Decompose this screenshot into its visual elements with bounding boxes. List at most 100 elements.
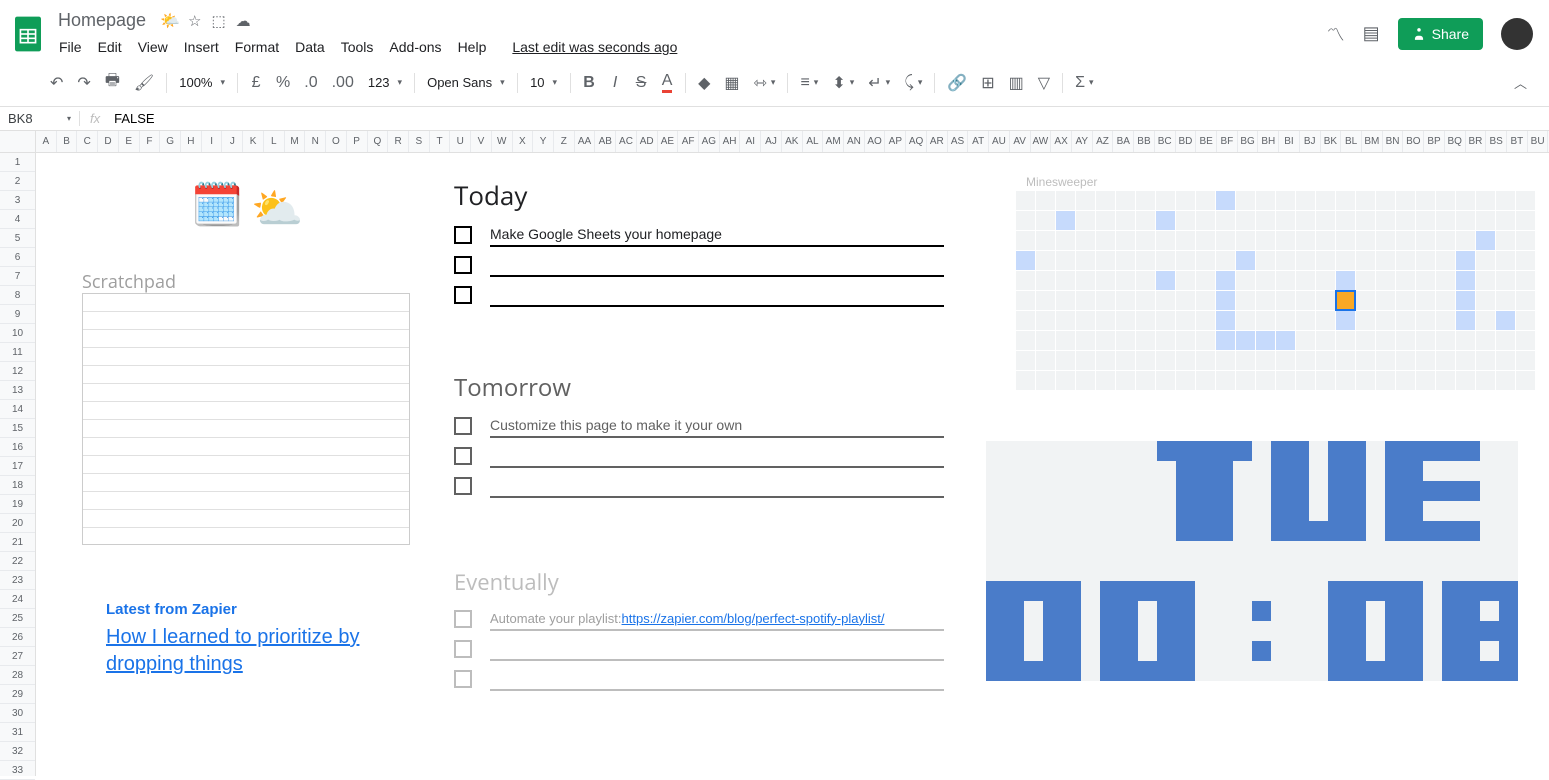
column-header[interactable]: AC (616, 131, 637, 152)
column-header[interactable]: BJ (1300, 131, 1321, 152)
row-header[interactable]: 24 (0, 590, 35, 609)
row-header[interactable]: 3 (0, 191, 35, 210)
column-header[interactable]: BS (1486, 131, 1507, 152)
column-header[interactable]: BK (1321, 131, 1342, 152)
last-edit-link[interactable]: Last edit was seconds ago (505, 35, 684, 59)
font-dropdown[interactable]: Open Sans (421, 71, 511, 94)
column-header[interactable]: K (243, 131, 264, 152)
column-header[interactable]: AT (968, 131, 989, 152)
menu-format[interactable]: Format (228, 35, 286, 59)
todo-text[interactable] (490, 283, 944, 307)
select-all-corner[interactable] (0, 131, 36, 152)
undo-button[interactable]: ↶ (44, 67, 69, 99)
eventually-link[interactable]: https://zapier.com/blog/perfect-spotify-… (622, 611, 885, 626)
column-header[interactable]: AH (720, 131, 741, 152)
column-header[interactable]: R (388, 131, 409, 152)
column-header[interactable]: BI (1279, 131, 1300, 152)
row-header[interactable]: 13 (0, 381, 35, 400)
column-header[interactable]: AQ (906, 131, 927, 152)
column-header[interactable]: AK (782, 131, 803, 152)
row-header[interactable]: 14 (0, 400, 35, 419)
collapse-toolbar-icon[interactable]: ︿ (1508, 67, 1533, 98)
column-header[interactable]: BR (1466, 131, 1487, 152)
todo-text[interactable]: Automate your playlist: https://zapier.c… (490, 607, 944, 631)
column-header[interactable]: J (222, 131, 243, 152)
todo-checkbox[interactable] (454, 417, 472, 435)
menu-insert[interactable]: Insert (177, 35, 226, 59)
column-header[interactable]: T (430, 131, 451, 152)
comments-icon[interactable]: ▤ (1363, 23, 1380, 44)
print-button[interactable]: 🖶 (99, 63, 126, 102)
column-header[interactable]: AG (699, 131, 720, 152)
functions-button[interactable]: Σ (1069, 68, 1099, 98)
italic-button[interactable]: I (603, 68, 627, 98)
column-header[interactable]: BN (1383, 131, 1404, 152)
todo-text[interactable]: Customize this page to make it your own (490, 414, 944, 438)
name-box[interactable]: BK8 (0, 111, 80, 126)
column-header[interactable]: AU (989, 131, 1010, 152)
row-header[interactable]: 19 (0, 495, 35, 514)
column-header[interactable]: AR (927, 131, 948, 152)
column-header[interactable]: V (471, 131, 492, 152)
row-header[interactable]: 23 (0, 571, 35, 590)
row-header[interactable]: 2 (0, 172, 35, 191)
menu-tools[interactable]: Tools (334, 35, 381, 59)
row-header[interactable]: 4 (0, 210, 35, 229)
column-header[interactable]: AX (1051, 131, 1072, 152)
menu-edit[interactable]: Edit (91, 35, 129, 59)
column-header[interactable]: P (347, 131, 368, 152)
row-header[interactable]: 15 (0, 419, 35, 438)
row-header[interactable]: 7 (0, 267, 35, 286)
column-header[interactable]: AS (948, 131, 969, 152)
column-header[interactable]: AW (1031, 131, 1052, 152)
halign-button[interactable]: ≡ (794, 68, 824, 98)
column-header[interactable]: U (450, 131, 471, 152)
zoom-dropdown[interactable]: 100% (173, 71, 231, 94)
column-header[interactable]: BO (1403, 131, 1424, 152)
column-header[interactable]: F (140, 131, 161, 152)
row-header[interactable]: 30 (0, 704, 35, 723)
filter-button[interactable]: ▽ (1032, 67, 1056, 99)
column-header[interactable]: BA (1113, 131, 1134, 152)
column-header[interactable]: AN (844, 131, 865, 152)
column-header[interactable]: A (36, 131, 57, 152)
move-icon[interactable]: ⬚ (211, 12, 225, 30)
wrap-button[interactable]: ↵ (862, 67, 896, 99)
row-header[interactable]: 32 (0, 742, 35, 761)
column-header[interactable]: AE (658, 131, 679, 152)
column-header[interactable]: L (264, 131, 285, 152)
bold-button[interactable]: B (577, 68, 601, 98)
menu-file[interactable]: File (52, 35, 89, 59)
row-header[interactable]: 18 (0, 476, 35, 495)
row-header[interactable]: 12 (0, 362, 35, 381)
row-header[interactable]: 28 (0, 666, 35, 685)
column-header[interactable]: X (513, 131, 534, 152)
column-header[interactable]: AM (823, 131, 844, 152)
row-header[interactable]: 8 (0, 286, 35, 305)
row-header[interactable]: 31 (0, 723, 35, 742)
row-header[interactable]: 16 (0, 438, 35, 457)
column-header[interactable]: AD (637, 131, 658, 152)
column-header[interactable]: BQ (1445, 131, 1466, 152)
column-header[interactable]: W (492, 131, 513, 152)
row-header[interactable]: 22 (0, 552, 35, 571)
column-header[interactable]: I (202, 131, 223, 152)
column-header[interactable]: AO (865, 131, 886, 152)
row-header[interactable]: 29 (0, 685, 35, 704)
column-header[interactable]: BF (1217, 131, 1238, 152)
todo-text[interactable] (490, 637, 944, 661)
column-header[interactable]: BL (1341, 131, 1362, 152)
menu-add-ons[interactable]: Add-ons (382, 35, 448, 59)
todo-checkbox[interactable] (454, 256, 472, 274)
comment-button[interactable]: ⊞ (975, 67, 1000, 99)
row-header[interactable]: 17 (0, 457, 35, 476)
link-button[interactable]: 🔗 (941, 67, 973, 99)
column-header[interactable]: M (285, 131, 306, 152)
column-header[interactable]: B (57, 131, 78, 152)
cloud-icon[interactable]: ☁ (236, 12, 251, 30)
column-header[interactable]: AV (1010, 131, 1031, 152)
scratchpad-box[interactable] (82, 293, 410, 545)
column-header[interactable]: AJ (761, 131, 782, 152)
text-color-button[interactable]: A (655, 66, 679, 99)
number-format-dropdown[interactable]: 123 (362, 71, 408, 94)
